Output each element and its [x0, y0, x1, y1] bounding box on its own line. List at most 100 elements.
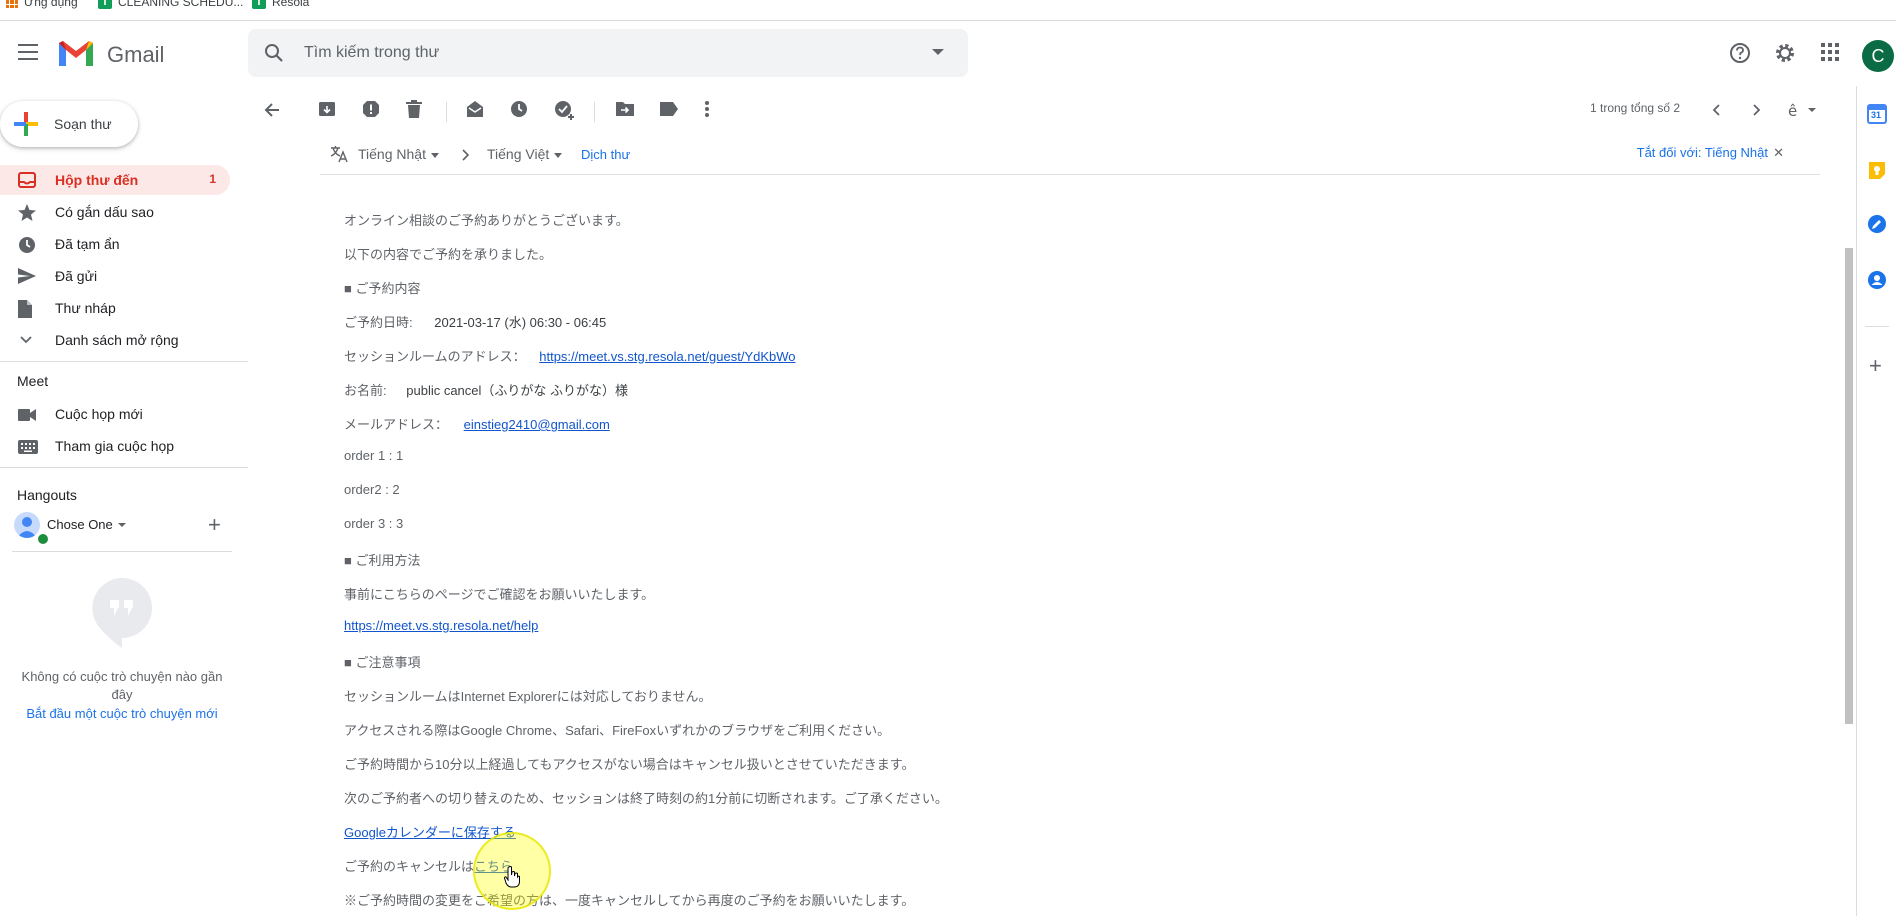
chevron-right-icon[interactable] [1753, 104, 1761, 116]
hangouts-user[interactable]: Chose One + [14, 512, 234, 546]
delete-icon[interactable] [406, 100, 422, 118]
input-tools-icon[interactable]: ê [1788, 102, 1818, 118]
body-line: セッションルームはInternet Explorerには対応しておりません。 [344, 689, 712, 704]
report-spam-icon[interactable] [362, 100, 380, 118]
chat-bubble-icon [92, 578, 152, 648]
name-label: お名前: [344, 383, 387, 398]
source-language-select[interactable]: Tiếng Nhật [358, 146, 439, 162]
target-language-label: Tiếng Việt [487, 146, 550, 162]
target-language-select[interactable]: Tiếng Việt [487, 146, 563, 162]
calendar-icon[interactable]: 31 [1867, 104, 1887, 129]
body-line: 事前にこちらのページでご確認をお願いいたします。 [344, 587, 655, 602]
sidebar-item-label: Tham gia cuộc họp [55, 438, 175, 454]
help-link[interactable]: https://meet.vs.stg.resola.net/help [344, 618, 538, 633]
reservation-date-line: ご予約日時: 2021-03-17 (水) 06:30 - 06:45 [344, 312, 606, 331]
divider [594, 102, 595, 122]
sidebar: Soạn thư Hộp thư đến 1 Có gắn dấu sao Đã… [0, 86, 248, 916]
bookmark-label: CLEANING SCHEDU... [118, 0, 244, 9]
body-line: オンライン相談のご予約ありがとうございます。 [344, 213, 629, 228]
snooze-icon[interactable] [510, 100, 528, 118]
sidebar-item-label: Đã tạm ẩn [55, 236, 120, 252]
sidebar-item-snoozed[interactable]: Đã tạm ẩn [0, 229, 230, 259]
app-name: Gmail [107, 42, 165, 67]
hangouts-user-name: Chose One [47, 517, 113, 532]
add-chat-icon[interactable]: + [208, 512, 221, 538]
contacts-icon[interactable] [1867, 270, 1887, 290]
section-heading: ■ ご予約内容 [344, 281, 421, 296]
bookmark-label: Ứng dụng [24, 0, 78, 9]
draft-icon [18, 300, 32, 318]
body-line: 以下の内容でご予約を承りました。 [344, 247, 553, 262]
bookmark-resola[interactable]: T Resola [252, 0, 309, 9]
settings-icon[interactable] [1774, 42, 1796, 64]
search-icon[interactable] [264, 43, 284, 63]
search-input[interactable]: Tìm kiếm trong thư [304, 44, 439, 62]
bookmarks-bar: Ứng dụng T CLEANING SCHEDU... T Resola [0, 0, 1896, 21]
send-icon [18, 268, 36, 284]
sheet-icon: T [252, 0, 266, 9]
help-icon[interactable] [1729, 42, 1751, 64]
search-bar[interactable]: Tìm kiếm trong thư [248, 29, 968, 77]
body-line: アクセスされる際はGoogle Chrome、Safari、FireFoxいずれ… [344, 723, 891, 738]
email-address-link[interactable]: einstieg2410@gmail.com [464, 417, 610, 432]
divider [446, 102, 447, 122]
sidebar-item-join-meeting[interactable]: Tham gia cuộc họp [0, 431, 230, 461]
back-arrow-icon[interactable] [264, 102, 280, 118]
sidebar-item-new-meeting[interactable]: Cuộc họp mới [0, 399, 230, 429]
divider [1865, 326, 1889, 327]
room-label: セッションルームのアドレス： [344, 349, 526, 364]
sidebar-item-more[interactable]: Danh sách mở rộng [0, 325, 230, 355]
label-icon[interactable] [660, 102, 678, 116]
date-value: 2021-03-17 (水) 06:30 - 06:45 [434, 315, 607, 330]
online-status-icon [36, 532, 50, 546]
start-chat-link[interactable]: Bắt đầu một cuộc trò chuyện mới [14, 706, 230, 721]
keep-icon[interactable] [1867, 160, 1887, 180]
translate-icon [330, 146, 348, 163]
chevron-down-icon[interactable] [118, 523, 126, 527]
gmail-logo-icon[interactable] [56, 38, 96, 68]
bookmark-cleaning-schedule[interactable]: T CLEANING SCHEDU... [98, 0, 243, 9]
order-line: order 3 : 3 [344, 516, 404, 531]
main-menu-icon[interactable] [18, 44, 38, 60]
scrollbar-thumb[interactable] [1845, 248, 1853, 724]
divider [0, 467, 248, 468]
chevron-left-icon[interactable] [1712, 104, 1720, 116]
search-options-icon[interactable] [932, 49, 944, 55]
move-to-icon[interactable] [616, 100, 634, 116]
archive-icon[interactable] [318, 100, 336, 118]
sidebar-item-label: Cuộc họp mới [55, 406, 143, 422]
side-panel: 31 + [1856, 86, 1896, 916]
name-value: public cancel（ふりがな ふりがな）様 [406, 383, 629, 398]
meet-section-title: Meet [17, 373, 49, 389]
translate-message-link[interactable]: Dịch thư [581, 147, 630, 162]
section-heading: ■ ご注意事項 [344, 655, 421, 670]
add-task-icon[interactable] [554, 100, 574, 120]
gmail-header: Gmail Tìm kiếm trong thư C [0, 20, 1896, 86]
more-options-icon[interactable] [704, 100, 710, 118]
sidebar-item-starred[interactable]: Có gắn dấu sao [0, 197, 230, 227]
video-icon [18, 409, 36, 421]
tasks-icon[interactable] [1867, 214, 1887, 234]
date-label: ご予約日時: [344, 315, 413, 330]
bookmark-apps[interactable]: Ứng dụng [6, 0, 78, 9]
keyboard-icon [18, 440, 38, 454]
no-chats-text: Không có cuộc trò chuyện nào gần đây [21, 669, 223, 702]
hangouts-section-title: Hangouts [17, 487, 77, 503]
sidebar-item-drafts[interactable]: Thư nháp [0, 293, 230, 323]
account-avatar[interactable]: C [1862, 40, 1894, 72]
close-icon[interactable]: ✕ [1773, 145, 1784, 161]
compose-button[interactable]: Soạn thư [0, 101, 138, 147]
turn-off-translation-link[interactable]: Tắt đối với: Tiếng Nhật [1637, 145, 1768, 160]
mail-label: メールアドレス： [344, 417, 449, 432]
apps-icon[interactable] [1820, 42, 1840, 62]
sidebar-item-inbox[interactable]: Hộp thư đến 1 [0, 165, 230, 195]
mark-unread-icon[interactable] [466, 100, 484, 118]
cancel-prefix: ご予約のキャンセルは [344, 859, 475, 874]
sidebar-item-label: Danh sách mở rộng [55, 332, 179, 348]
calendar-day: 31 [1871, 110, 1882, 120]
order-line: order2 : 2 [344, 482, 400, 497]
sidebar-item-sent[interactable]: Đã gửi [0, 261, 230, 291]
help-line: https://meet.vs.stg.resola.net/help [344, 618, 538, 633]
add-icon[interactable]: + [1869, 355, 1882, 377]
session-room-link[interactable]: https://meet.vs.stg.resola.net/guest/YdK… [539, 349, 795, 364]
